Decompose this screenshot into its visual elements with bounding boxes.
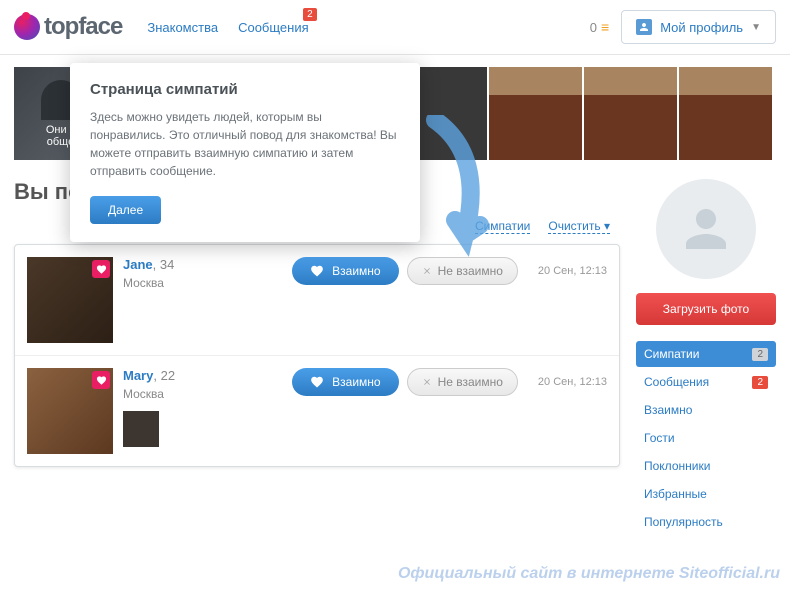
upload-photo-button[interactable]: Загрузить фото	[636, 293, 776, 325]
heart-badge-icon	[92, 371, 110, 389]
main-nav: Знакомства Сообщения 2	[147, 20, 308, 35]
not-mutual-button[interactable]: Не взаимно	[407, 257, 518, 285]
tooltip-text: Здесь можно увидеть людей, которым вы по…	[90, 108, 400, 180]
profile-button[interactable]: Мой профиль ▼	[621, 10, 776, 44]
tooltip-arrow-icon	[425, 115, 495, 260]
sidebar-badge: 2	[752, 376, 768, 389]
card-name-row: Jane, 34	[123, 257, 282, 272]
sidebar-avatar[interactable]	[656, 179, 756, 279]
watermark: Официальный сайт в интернете Siteofficia…	[398, 565, 780, 583]
not-mutual-label: Не взаимно	[438, 375, 503, 389]
heart-icon	[310, 375, 324, 389]
card-actions: Взаимно Не взаимно 20 Сен, 12:13	[292, 368, 607, 396]
user-name-link[interactable]: Jane	[123, 257, 153, 272]
sidebar-item-messages[interactable]: Сообщения 2	[636, 369, 776, 395]
chevron-down-icon: ▼	[751, 22, 761, 33]
sidebar-item-fans[interactable]: Поклонники	[636, 453, 776, 479]
not-mutual-button[interactable]: Не взаимно	[407, 368, 518, 396]
sidebar-item-label: Избранные	[644, 487, 707, 501]
user-age: , 22	[153, 368, 175, 383]
sidebar-item-label: Гости	[644, 431, 675, 445]
nav-messages-badge: 2	[303, 8, 317, 21]
tab-clear[interactable]: Очистить ▾	[548, 219, 610, 234]
heart-badge-icon	[92, 260, 110, 278]
close-icon	[422, 377, 432, 387]
onboarding-tooltip: Страница симпатий Здесь можно увидеть лю…	[70, 63, 420, 242]
tooltip-next-button[interactable]: Далее	[90, 196, 161, 224]
currency-display[interactable]: 0 ≡	[590, 19, 609, 35]
header: topface Знакомства Сообщения 2 0 ≡ Мой п…	[0, 0, 790, 55]
coins-icon: ≡	[601, 19, 609, 35]
header-right: 0 ≡ Мой профиль ▼	[590, 10, 776, 44]
logo[interactable]: topface	[14, 13, 122, 41]
sidebar-item-label: Популярность	[644, 515, 723, 529]
user-card: Mary, 22 Москва Взаимно Не взаимно 20 Се…	[15, 356, 619, 466]
sidebar-menu: Симпатии 2 Сообщения 2 Взаимно Гости Пок…	[636, 341, 776, 535]
sidebar-item-mutual[interactable]: Взаимно	[636, 397, 776, 423]
user-card: Jane, 34 Москва Взаимно Не взаимно 20 Се…	[15, 245, 619, 356]
card-info: Jane, 34 Москва	[123, 257, 282, 290]
tooltip-title: Страница симпатий	[90, 81, 400, 98]
user-city: Москва	[123, 387, 282, 401]
sidebar-item-favorites[interactable]: Избранные	[636, 481, 776, 507]
sidebar-item-label: Поклонники	[644, 459, 710, 473]
card-date: 20 Сен, 12:13	[538, 265, 607, 277]
nav-messages[interactable]: Сообщения 2	[238, 20, 309, 35]
photo-tile[interactable]	[584, 67, 677, 160]
avatar-placeholder-icon	[676, 199, 736, 259]
sidebar-item-popularity[interactable]: Популярность	[636, 509, 776, 535]
card-date: 20 Сен, 12:13	[538, 376, 607, 388]
cards-list: Jane, 34 Москва Взаимно Не взаимно 20 Се…	[14, 244, 620, 467]
logo-text: topface	[44, 13, 122, 41]
profile-label: Мой профиль	[660, 20, 743, 35]
user-age: , 34	[153, 257, 175, 272]
user-name-link[interactable]: Mary	[123, 368, 153, 383]
sidebar-item-label: Сообщения	[644, 375, 709, 389]
card-actions: Взаимно Не взаимно 20 Сен, 12:13	[292, 257, 607, 285]
close-icon	[422, 266, 432, 276]
user-small-photo[interactable]	[123, 411, 159, 447]
mutual-button[interactable]: Взаимно	[292, 257, 398, 285]
user-photo[interactable]	[27, 257, 113, 343]
profile-avatar-icon	[636, 19, 652, 35]
not-mutual-label: Не взаимно	[438, 264, 503, 278]
sidebar-item-sympathy[interactable]: Симпатии 2	[636, 341, 776, 367]
mutual-label: Взаимно	[332, 375, 380, 389]
sidebar: Загрузить фото Симпатии 2 Сообщения 2 Вз…	[636, 179, 776, 535]
card-name-row: Mary, 22	[123, 368, 282, 383]
sidebar-badge: 2	[752, 348, 768, 361]
currency-amount: 0	[590, 20, 597, 35]
photo-tile[interactable]	[489, 67, 582, 160]
photo-tile[interactable]	[679, 67, 772, 160]
logo-icon	[14, 14, 40, 40]
sidebar-item-label: Взаимно	[644, 403, 692, 417]
heart-icon	[310, 264, 324, 278]
mutual-button[interactable]: Взаимно	[292, 368, 398, 396]
user-photo[interactable]	[27, 368, 113, 454]
user-city: Москва	[123, 276, 282, 290]
tab-clear-label: Очистить	[548, 219, 600, 233]
chevron-down-icon: ▾	[604, 219, 610, 233]
card-info: Mary, 22 Москва	[123, 368, 282, 447]
nav-dating[interactable]: Знакомства	[147, 20, 218, 35]
sidebar-item-label: Симпатии	[644, 347, 699, 361]
sidebar-item-guests[interactable]: Гости	[636, 425, 776, 451]
mutual-label: Взаимно	[332, 264, 380, 278]
nav-messages-label: Сообщения	[238, 20, 309, 35]
